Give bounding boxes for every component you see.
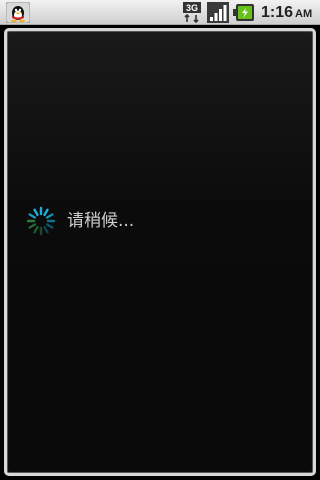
signal-strength-icon: [207, 2, 229, 23]
status-bar[interactable]: 3G 1:16 AM: [0, 0, 320, 25]
loading-message: 请稍候...: [67, 211, 135, 231]
network-label: 3G: [186, 3, 198, 13]
progress-dialog: [4, 28, 316, 476]
clock-ampm: AM: [295, 8, 313, 20]
clock-time: 1:16: [261, 4, 294, 21]
network-3g-icon: 3G: [183, 2, 203, 24]
battery-charging-icon: [233, 4, 254, 21]
loading-spinner-icon: [26, 206, 56, 236]
qq-penguin-icon[interactable]: [6, 2, 30, 23]
status-clock: 1:16 AM: [261, 3, 312, 22]
